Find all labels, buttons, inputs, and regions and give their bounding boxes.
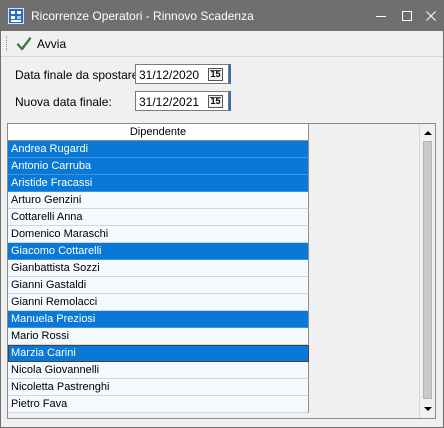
title-bar[interactable]: Ricorrenze Operatori - Rinnovo Scadenza <box>1 1 443 31</box>
table-row[interactable]: Gianbattista Sozzi <box>8 260 309 277</box>
employee-name: Aristide Fracassi <box>11 177 93 189</box>
table-row[interactable]: Mario Rossi <box>8 328 309 345</box>
window-title: Ricorrenze Operatori - Rinnovo Scadenza <box>31 9 254 23</box>
new-date-label: Nuova data finale: <box>15 95 112 109</box>
table-row[interactable]: Arturo Genzini <box>8 192 309 209</box>
date-to-move-field[interactable]: 31/12/2020 15 <box>135 64 229 84</box>
employee-name: Andrea Rugardi <box>11 143 89 155</box>
employee-name: Domenico Maraschi <box>11 228 109 240</box>
field-focus-edge <box>229 91 231 111</box>
table-row[interactable]: Marzia Carini <box>8 345 309 362</box>
run-button-label: Avvia <box>37 37 67 51</box>
table-row[interactable]: Gianni Remolacci <box>8 294 309 311</box>
table-row[interactable]: Nicola Giovannelli <box>8 362 309 379</box>
employee-name: Pietro Fava <box>11 398 68 410</box>
toolbar-grip[interactable] <box>6 36 10 51</box>
employee-name: Gianni Remolacci <box>11 296 98 308</box>
table-row[interactable]: Cottarelli Anna <box>8 209 309 226</box>
maximize-icon[interactable] <box>398 7 416 25</box>
field-focus-edge <box>229 64 231 84</box>
table-row[interactable]: Gianni Gastaldi <box>8 277 309 294</box>
toolbar: Avvia <box>1 31 443 57</box>
vertical-scrollbar[interactable] <box>419 124 435 418</box>
employee-name: Cottarelli Anna <box>11 211 83 223</box>
table-row[interactable]: Giacomo Cottarelli <box>8 243 309 260</box>
table-row[interactable]: Andrea Rugardi <box>8 141 309 158</box>
table-row[interactable]: Antonio Carruba <box>8 158 309 175</box>
employee-name: Nicola Giovannelli <box>11 364 100 376</box>
new-date-field[interactable]: 31/12/2021 15 <box>135 91 229 111</box>
table-row[interactable]: Nicoletta Pastrenghi <box>8 379 309 396</box>
new-date-value: 31/12/2021 <box>139 95 200 109</box>
employee-name: Nicoletta Pastrenghi <box>11 381 110 393</box>
employee-name: Mario Rossi <box>11 330 70 342</box>
employee-name: Arturo Genzini <box>11 194 82 206</box>
calendar-icon[interactable]: 15 <box>208 95 223 108</box>
employee-name: Manuela Preziosi <box>11 313 96 325</box>
table-row[interactable]: Domenico Maraschi <box>8 226 309 243</box>
dialog-window: Ricorrenze Operatori - Rinnovo Scadenza … <box>0 0 444 428</box>
employee-name: Antonio Carruba <box>11 160 92 172</box>
employee-name: Gianni Gastaldi <box>11 279 87 291</box>
app-icon <box>8 8 24 24</box>
checkmark-icon <box>16 37 32 51</box>
scroll-up-icon[interactable] <box>421 126 435 140</box>
date-to-move-label: Data finale da spostare: <box>15 68 142 82</box>
table-row[interactable]: Aristide Fracassi <box>8 175 309 192</box>
date-to-move-value: 31/12/2020 <box>139 68 200 82</box>
scroll-thumb[interactable] <box>423 141 432 399</box>
table-row[interactable]: Manuela Preziosi <box>8 311 309 328</box>
calendar-icon[interactable]: 15 <box>208 68 223 81</box>
employee-name: Gianbattista Sozzi <box>11 262 100 274</box>
employee-name: Marzia Carini <box>11 347 76 359</box>
grid-empty-area <box>309 124 419 418</box>
close-icon[interactable] <box>422 7 440 25</box>
column-header-dipendente[interactable]: Dipendente <box>8 124 309 141</box>
scroll-down-icon[interactable] <box>421 402 435 416</box>
grid-body: Andrea Rugardi Antonio Carruba Aristide Fr… <box>8 141 309 413</box>
employee-grid: Dipendente Andrea Rugardi Antonio Carruba… <box>7 123 436 419</box>
table-row[interactable]: Pietro Fava <box>8 396 309 413</box>
employee-name: Giacomo Cottarelli <box>11 245 102 257</box>
minimize-icon[interactable] <box>372 7 390 25</box>
